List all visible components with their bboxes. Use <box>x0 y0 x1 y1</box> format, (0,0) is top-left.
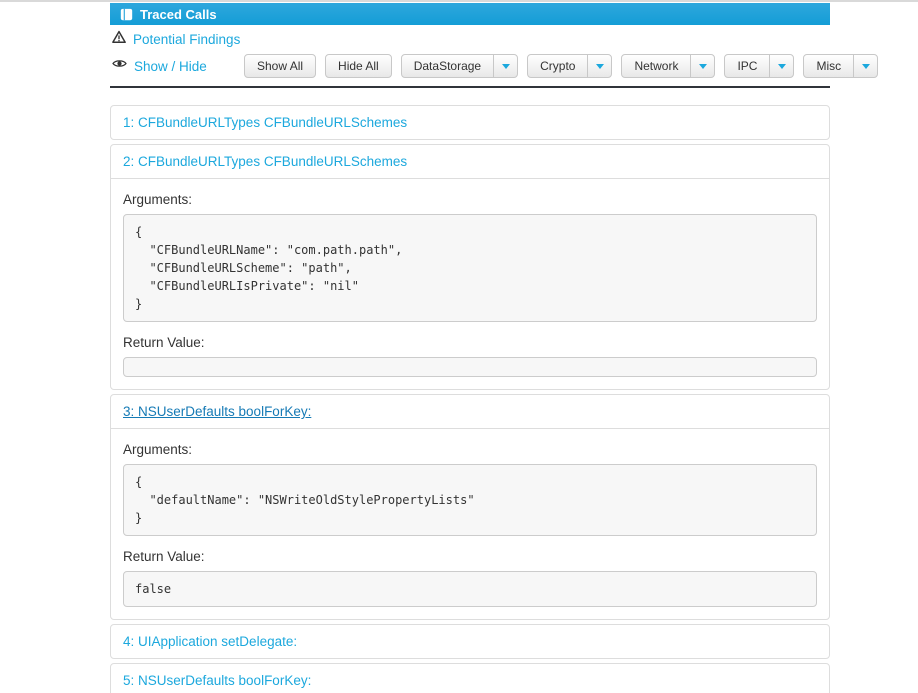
potential-findings-link[interactable]: Potential Findings <box>133 32 240 47</box>
ipc-dropdown-toggle[interactable] <box>769 54 795 78</box>
ipc-button[interactable]: IPC <box>724 54 771 78</box>
network-dropdown-toggle[interactable] <box>690 54 716 78</box>
traced-calls-panel: Traced Calls Potential Findings Show / H… <box>110 3 879 693</box>
chevron-down-icon <box>777 63 786 69</box>
datastorage-button-group: DataStorage <box>400 54 519 78</box>
chevron-down-icon <box>698 63 707 69</box>
traced-calls-list: 1: CFBundleURLTypes CFBundleURLSchemes 2… <box>110 105 830 693</box>
misc-dropdown-toggle[interactable] <box>853 54 879 78</box>
panel-title: Traced Calls <box>140 6 217 22</box>
traced-calls-header: Traced Calls <box>110 3 830 25</box>
return-value <box>123 357 817 377</box>
call-link-5[interactable]: 5: NSUserDefaults boolForKey: <box>111 664 829 693</box>
list-item: 3: NSUserDefaults boolForKey: Arguments:… <box>110 394 830 620</box>
warning-icon <box>112 30 126 49</box>
list-item: 4: UIApplication setDelegate: <box>110 624 830 659</box>
arguments-value: { "defaultName": "NSWriteOldStylePropert… <box>123 464 817 536</box>
misc-button[interactable]: Misc <box>803 54 855 78</box>
crypto-button[interactable]: Crypto <box>527 54 589 78</box>
list-icon <box>120 8 133 21</box>
list-item: 5: NSUserDefaults boolForKey: <box>110 663 830 693</box>
toolbar-divider <box>110 86 830 88</box>
findings-row: Potential Findings <box>110 29 830 50</box>
return-value: false <box>123 571 817 607</box>
crypto-button-group: Crypto <box>527 54 613 78</box>
call-link-4[interactable]: 4: UIApplication setDelegate: <box>111 625 829 658</box>
arguments-label: Arguments: <box>123 192 193 207</box>
return-value-label: Return Value: <box>123 335 205 350</box>
call-link-1[interactable]: 1: CFBundleURLTypes CFBundleURLSchemes <box>111 106 829 139</box>
datastorage-button[interactable]: DataStorage <box>400 54 495 78</box>
list-item: 1: CFBundleURLTypes CFBundleURLSchemes <box>110 105 830 140</box>
chevron-down-icon <box>501 63 510 69</box>
show-all-button[interactable]: Show All <box>244 54 317 78</box>
call-details-3: Arguments: { "defaultName": "NSWriteOldS… <box>111 429 829 619</box>
top-divider <box>0 0 918 2</box>
show-hide-link[interactable]: Show / Hide <box>134 59 207 74</box>
call-link-3[interactable]: 3: NSUserDefaults boolForKey: <box>111 395 829 429</box>
call-details-2: Arguments: { "CFBundleURLName": "com.pat… <box>111 179 829 389</box>
list-item: 2: CFBundleURLTypes CFBundleURLSchemes A… <box>110 144 830 390</box>
chevron-down-icon <box>595 63 604 69</box>
network-button-group: Network <box>621 54 716 78</box>
crypto-dropdown-toggle[interactable] <box>587 54 613 78</box>
return-value-label: Return Value: <box>123 549 205 564</box>
call-link-2[interactable]: 2: CFBundleURLTypes CFBundleURLSchemes <box>111 145 829 179</box>
eye-icon <box>112 57 127 75</box>
show-hide-toolbar: Show / Hide Show All Hide All DataStorag… <box>110 53 879 79</box>
filter-button-toolbar: Show All Hide All DataStorage Crypto Net… <box>244 54 879 78</box>
datastorage-dropdown-toggle[interactable] <box>493 54 519 78</box>
arguments-value: { "CFBundleURLName": "com.path.path", "C… <box>123 214 817 322</box>
misc-button-group: Misc <box>803 54 879 78</box>
hide-all-button[interactable]: Hide All <box>325 54 392 78</box>
arguments-label: Arguments: <box>123 442 193 457</box>
network-button[interactable]: Network <box>621 54 692 78</box>
ipc-button-group: IPC <box>724 54 795 78</box>
chevron-down-icon <box>861 63 870 69</box>
